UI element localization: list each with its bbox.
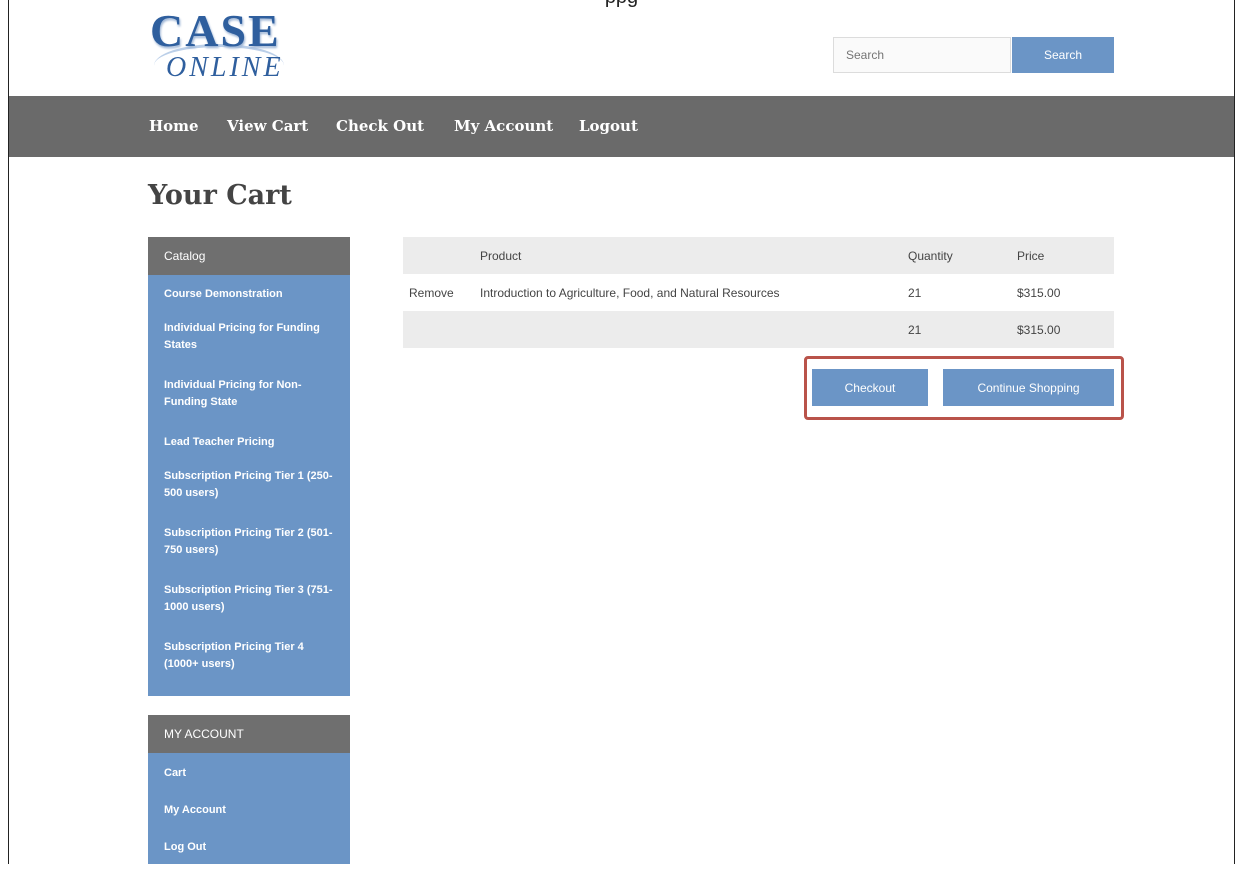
nav-my-account[interactable]: My Account [454,96,553,157]
nav-home[interactable]: Home [149,96,199,157]
cart-header-action [403,237,474,274]
product-price: $315.00 [1017,285,1061,300]
catalog-item-lead-teacher[interactable]: Lead Teacher Pricing [148,434,350,468]
logo-online-text: ONLINE [166,52,284,83]
my-account-header: MY ACCOUNT [148,715,350,753]
cart-header-price: Price [1017,248,1045,263]
logo-case-text: CASE [150,5,281,56]
cart-header-quantity: Quantity [908,248,953,263]
catalog-header: Catalog [148,237,350,275]
account-item-my-account[interactable]: My Account [148,802,350,839]
catalog-item-non-funding-state[interactable]: Individual Pricing for Non-Funding State [148,377,350,434]
search-button[interactable]: Search [1012,37,1114,73]
page-title: Your Cart [148,180,292,211]
catalog-panel: Catalog Course Demonstration Individual … [148,237,350,696]
checkout-button[interactable]: Checkout [812,369,928,406]
cart-header-row: Product Quantity Price [403,237,1114,274]
catalog-item-tier-1[interactable]: Subscription Pricing Tier 1 (250-500 use… [148,468,350,525]
account-item-cart[interactable]: Cart [148,765,350,802]
product-quantity: 21 [908,285,922,300]
cart-table: Product Quantity Price Remove Introducti… [403,237,1114,348]
product-name: Introduction to Agriculture, Food, and N… [480,285,780,300]
catalog-item-tier-3[interactable]: Subscription Pricing Tier 3 (751-1000 us… [148,582,350,639]
catalog-item-funding-states[interactable]: Individual Pricing for Funding States [148,320,350,377]
total-quantity: 21 [908,322,922,337]
catalog-item-course-demonstration[interactable]: Course Demonstration [148,286,350,320]
site-logo[interactable]: CASE ONLINE [150,4,300,90]
table-row: Remove Introduction to Agriculture, Food… [403,274,1114,311]
remove-link[interactable]: Remove [403,274,474,311]
nav-view-cart[interactable]: View Cart [227,96,308,157]
catalog-item-tier-2[interactable]: Subscription Pricing Tier 2 (501-750 use… [148,525,350,582]
search-input[interactable] [833,37,1011,73]
cart-header-product: Product [480,248,522,263]
cart-total-row: 21 $315.00 [403,311,1114,348]
main-nav: Home View Cart Check Out My Account Logo… [9,96,1234,157]
continue-shopping-button[interactable]: Continue Shopping [943,369,1114,406]
nav-logout[interactable]: Logout [579,96,638,157]
my-account-panel: MY ACCOUNT Cart My Account Log Out [148,715,350,864]
nav-check-out[interactable]: Check Out [336,96,424,157]
catalog-item-tier-4[interactable]: Subscription Pricing Tier 4 (1000+ users… [148,639,350,679]
total-price: $315.00 [1017,322,1061,337]
account-item-log-out[interactable]: Log Out [148,839,350,869]
